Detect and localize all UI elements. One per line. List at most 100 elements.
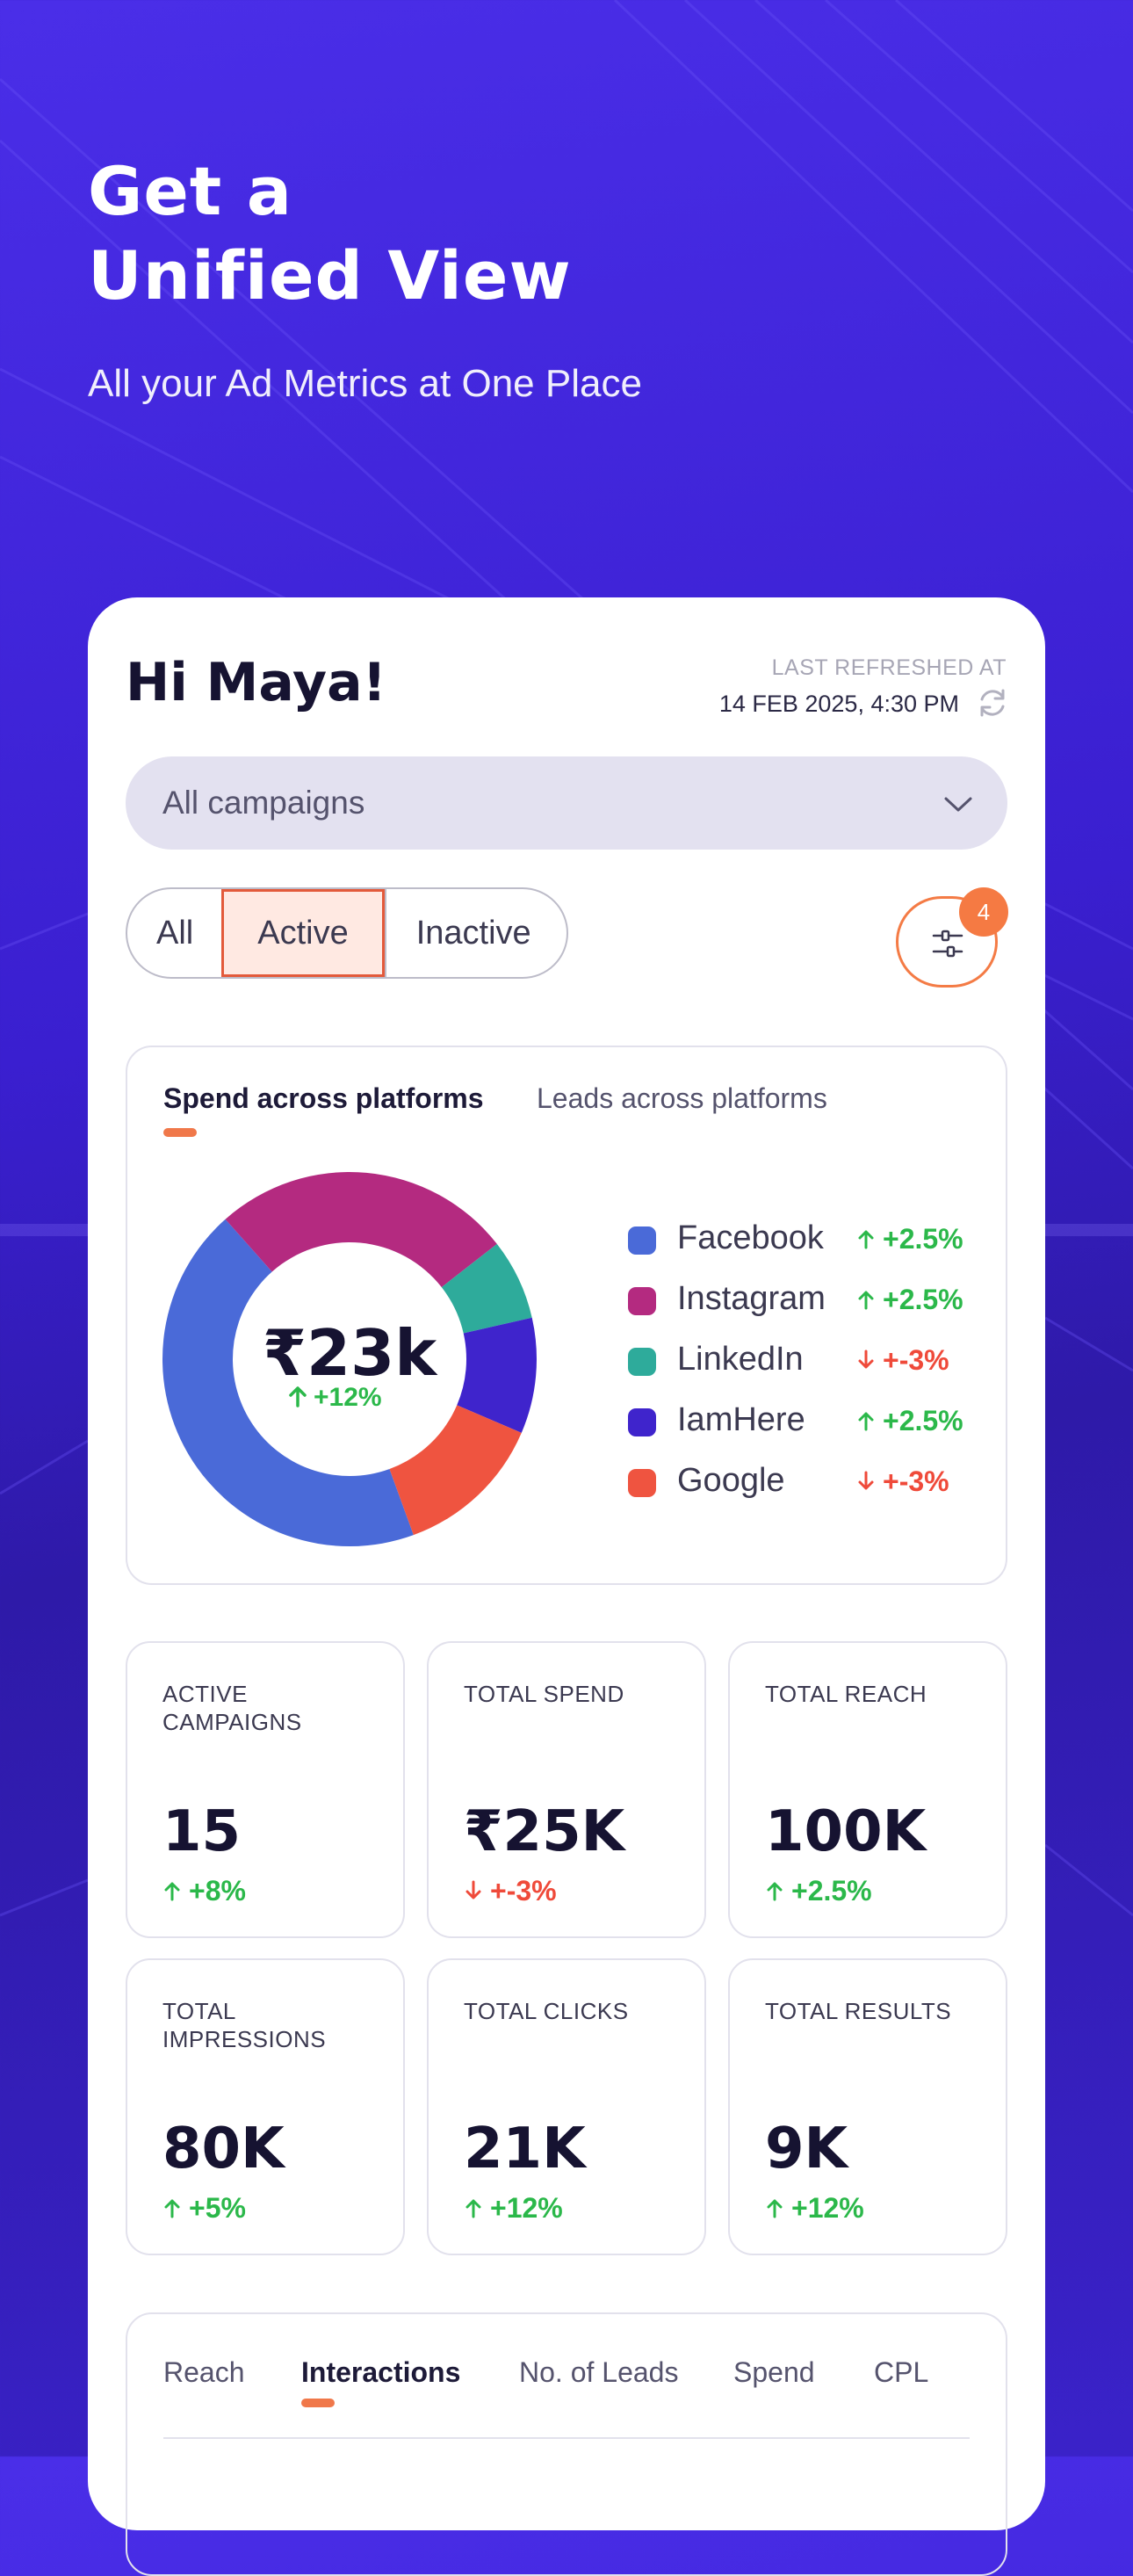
tab-reach[interactable]: Reach: [163, 2356, 245, 2389]
stat-delta: +5%: [162, 2192, 246, 2225]
donut-slice-google: [389, 1405, 522, 1536]
active-tab-indicator: [301, 2399, 335, 2407]
stat-value: 80K: [162, 2117, 285, 2182]
refresh-time: 14 FEB 2025, 4:30 PM: [718, 691, 959, 717]
stat-value: 15: [162, 1799, 242, 1864]
stat-delta-value: +12%: [490, 2192, 563, 2224]
legend-name: Google: [677, 1462, 785, 1499]
status-option-inactive[interactable]: Inactive: [384, 889, 566, 977]
arrow-icon: [464, 1875, 490, 1907]
spend-donut-chart: ₹23k +12%: [162, 1172, 537, 1546]
tab-spend[interactable]: Spend: [733, 2356, 815, 2389]
campaign-dropdown-value: All campaigns: [162, 785, 365, 821]
arrow-icon: [765, 2192, 791, 2224]
legend-delta: +-3%: [856, 1344, 949, 1377]
tab-cpl[interactable]: CPL: [874, 2356, 928, 2389]
stat-delta-value: +-3%: [490, 1875, 557, 1907]
legend-swatch: [628, 1287, 656, 1315]
hero-title-line2: Unified View: [88, 236, 572, 315]
legend-swatch: [628, 1408, 656, 1436]
stat-label: TOTAL CLICKS: [464, 1998, 629, 2024]
legend-name: IamHere: [677, 1401, 805, 1438]
stat-card-total-results[interactable]: TOTAL RESULTS 9K +12%: [728, 1958, 1007, 2255]
tab-spend-across-platforms[interactable]: Spend across platforms: [163, 1082, 484, 1115]
stat-value: 21K: [464, 2117, 586, 2182]
stat-card-total-spend[interactable]: TOTAL SPEND ₹25K +-3%: [427, 1641, 706, 1938]
stat-delta-value: +2.5%: [791, 1875, 872, 1907]
arrow-icon: [856, 1223, 883, 1255]
legend-name: LinkedIn: [677, 1341, 804, 1378]
stat-label: TOTAL IMPRESSIONS: [162, 1998, 327, 2052]
refresh-icon[interactable]: [975, 685, 1010, 720]
legend-item-linkedin: LinkedIn +-3%: [628, 1335, 997, 1396]
dashboard-card: Hi Maya! LAST REFRESHED AT 14 FEB 2025, …: [88, 597, 1045, 2576]
legend-name: Instagram: [677, 1280, 826, 1317]
legend-delta-value: +2.5%: [883, 1405, 963, 1436]
arrow-icon: [162, 1875, 189, 1907]
stat-delta-value: +5%: [189, 2192, 246, 2224]
status-option-all[interactable]: All: [127, 889, 221, 977]
refresh-label: LAST REFRESHED AT: [771, 655, 1007, 680]
platform-panel: Spend across platforms Leads across plat…: [126, 1046, 1007, 1585]
legend-item-facebook: Facebook +2.5%: [628, 1214, 997, 1275]
stat-card-total-impressions[interactable]: TOTAL IMPRESSIONS 80K +5%: [126, 1958, 405, 2255]
arrow-icon: [856, 1344, 883, 1376]
legend-name: Facebook: [677, 1219, 824, 1256]
status-option-active[interactable]: Active: [221, 889, 385, 977]
legend-delta-value: +2.5%: [883, 1223, 963, 1255]
arrow-icon: [162, 2192, 189, 2224]
legend-swatch: [628, 1469, 656, 1497]
donut-center-delta: +12%: [314, 1383, 382, 1412]
legend-delta: +-3%: [856, 1465, 949, 1498]
divider: [163, 2437, 970, 2439]
stat-label: TOTAL REACH: [765, 1681, 927, 1707]
arrow-icon: [464, 2192, 490, 2224]
legend-item-instagram: Instagram +2.5%: [628, 1275, 997, 1335]
stat-delta: +12%: [464, 2192, 563, 2225]
stat-label: ACTIVE CAMPAIGNS: [162, 1681, 302, 1735]
metric-trend-panel: Reach Interactions No. of Leads Spend CP…: [126, 2312, 1007, 2576]
stat-card-total-reach[interactable]: TOTAL REACH 100K +2.5%: [728, 1641, 1007, 1938]
campaign-dropdown[interactable]: All campaigns: [126, 756, 1007, 850]
arrow-icon: [856, 1465, 883, 1497]
arrow-icon: [856, 1405, 883, 1436]
hero-subtitle: All your Ad Metrics at One Place: [88, 362, 642, 405]
chevron-down-icon: [944, 797, 972, 812]
legend-delta-value: +2.5%: [883, 1284, 963, 1315]
stat-value: 100K: [765, 1799, 927, 1864]
stat-delta-value: +12%: [791, 2192, 864, 2224]
donut-center-value: ₹23k: [263, 1316, 438, 1390]
tab-leads-across-platforms[interactable]: Leads across platforms: [537, 1082, 827, 1115]
stat-card-active-campaigns[interactable]: ACTIVE CAMPAIGNS 15 +8%: [126, 1641, 405, 1938]
status-segmented-control: All Active Inactive: [126, 887, 568, 979]
stat-card-total-clicks[interactable]: TOTAL CLICKS 21K +12%: [427, 1958, 706, 2255]
platform-legend: Facebook +2.5% Instagram +2.5% LinkedIn …: [628, 1214, 997, 1517]
stat-delta-value: +8%: [189, 1875, 246, 1907]
legend-item-google: Google +-3%: [628, 1457, 997, 1517]
legend-item-iamhere: IamHere +2.5%: [628, 1396, 997, 1457]
hero-title-line1: Get a: [88, 152, 292, 230]
hero: Get a Unified View All your Ad Metrics a…: [88, 149, 642, 406]
arrow-icon: [856, 1284, 883, 1315]
legend-delta-value: +-3%: [883, 1344, 949, 1376]
legend-swatch: [628, 1226, 656, 1255]
tab-interactions[interactable]: Interactions: [301, 2356, 460, 2389]
stat-label: TOTAL RESULTS: [765, 1998, 952, 2024]
legend-delta: +2.5%: [856, 1223, 963, 1255]
legend-delta: +2.5%: [856, 1405, 963, 1437]
legend-delta: +2.5%: [856, 1284, 963, 1316]
stat-value: 9K: [765, 2117, 848, 2182]
greeting: Hi Maya!: [126, 652, 386, 713]
stat-delta: +12%: [765, 2192, 864, 2225]
arrow-icon: [765, 1875, 791, 1907]
legend-swatch: [628, 1348, 656, 1376]
filter-count-badge: 4: [959, 887, 1008, 937]
tab-no-of-leads[interactable]: No. of Leads: [519, 2356, 678, 2389]
active-tab-indicator: [163, 1128, 197, 1137]
stat-delta: +8%: [162, 1875, 246, 1907]
stat-value: ₹25K: [464, 1799, 625, 1864]
arrow-up-icon: [289, 1386, 307, 1407]
stat-delta: +-3%: [464, 1875, 557, 1907]
stat-label: TOTAL SPEND: [464, 1681, 624, 1707]
sliders-icon: [932, 930, 963, 958]
